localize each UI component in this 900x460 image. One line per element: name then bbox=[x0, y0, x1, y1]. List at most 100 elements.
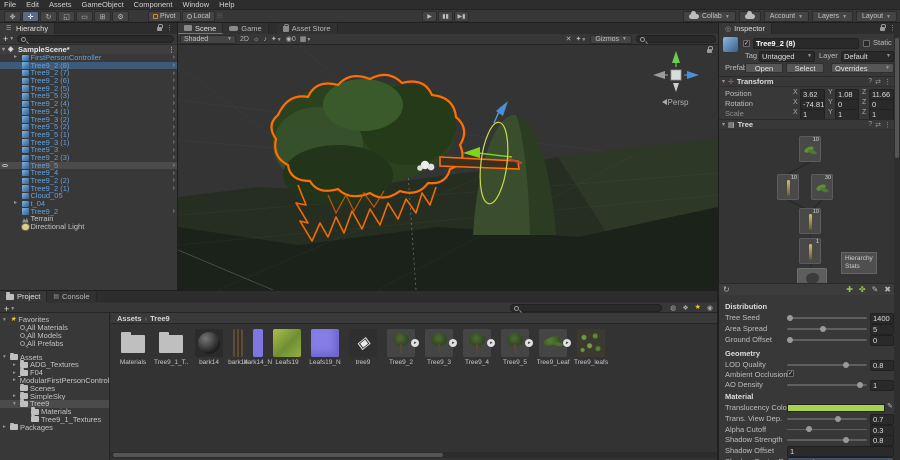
delete-node-icon[interactable]: ✖ bbox=[884, 285, 891, 294]
menu-item[interactable]: Assets bbox=[49, 0, 72, 9]
hierarchy-row[interactable]: Tree9_4 (1) › bbox=[0, 108, 177, 116]
search-by-label-icon[interactable]: ❖ bbox=[682, 304, 688, 312]
pivot-toggle[interactable]: Pivot bbox=[148, 11, 181, 22]
prefab-overrides-dropdown[interactable]: Overrides ▼ bbox=[831, 63, 894, 73]
asset-item[interactable]: ▸ Materials bbox=[117, 329, 149, 366]
expand-arrow-icon[interactable]: ▸ bbox=[13, 362, 18, 368]
favorites-star-icon[interactable]: ★ bbox=[695, 304, 701, 312]
hierarchy-row[interactable]: Tree9_2 (3) › bbox=[0, 154, 177, 162]
hierarchy-row[interactable]: Tree9_2 › bbox=[0, 208, 177, 216]
scene-search-input[interactable] bbox=[636, 35, 716, 43]
transform-tool[interactable]: ⊞ bbox=[94, 11, 111, 22]
rotate-tool[interactable]: ↻ bbox=[40, 11, 57, 22]
tab-hierarchy[interactable]: ☰ Hierarchy bbox=[0, 23, 56, 34]
folder-row[interactable]: All Prefabs bbox=[0, 339, 109, 348]
prefab-open-arrow-icon[interactable]: ▸ bbox=[525, 339, 533, 347]
translucency-color-swatch[interactable] bbox=[787, 404, 885, 412]
tab-game[interactable]: Game bbox=[223, 23, 269, 34]
menu-item[interactable]: Window bbox=[182, 0, 209, 9]
move-tool[interactable]: ✛ bbox=[22, 11, 39, 22]
hierarchy-row[interactable]: Tree9_3 › bbox=[0, 146, 177, 154]
expand-arrow-icon[interactable]: ▸ bbox=[13, 377, 16, 383]
hierarchy-row[interactable]: Tree9_3 (2) › bbox=[0, 115, 177, 124]
hierarchy-row[interactable]: Terrain › bbox=[0, 215, 177, 223]
collab-dropdown[interactable]: Collab ▼ bbox=[682, 11, 736, 22]
asset-item[interactable]: ▸ Tree9_3 bbox=[423, 329, 457, 366]
slider[interactable] bbox=[787, 335, 867, 344]
hierarchy-row[interactable]: Tree9_2 (6) › bbox=[0, 77, 177, 85]
expand-arrow-icon[interactable]: ▸ bbox=[14, 54, 20, 61]
scene-viewport[interactable]: Persp bbox=[178, 45, 718, 290]
slider-knob[interactable] bbox=[843, 436, 850, 443]
layers-dropdown[interactable]: Layers ▼ bbox=[812, 11, 854, 22]
prefab-chevron-icon[interactable]: › bbox=[173, 162, 175, 169]
camera-dropdown-icon[interactable]: ✦▼ bbox=[575, 35, 586, 43]
hierarchy-row[interactable]: Tree9_5 › bbox=[0, 161, 177, 170]
edit-node-icon[interactable]: ✎ bbox=[872, 285, 879, 294]
preset-icon[interactable]: ⇄ bbox=[875, 121, 881, 129]
hierarchy-row[interactable]: Tree9_4 › bbox=[0, 169, 177, 177]
breadcrumb-current[interactable]: Tree9 bbox=[150, 314, 170, 323]
menu-item[interactable]: File bbox=[4, 0, 16, 9]
slider-knob[interactable] bbox=[820, 325, 826, 332]
prefab-chevron-icon[interactable]: › bbox=[173, 147, 175, 154]
audio-toggle-icon[interactable]: ♪ bbox=[263, 36, 267, 43]
asset-item[interactable]: ▸ Tree9_1_T... bbox=[154, 329, 188, 366]
scale-tool[interactable]: ◱ bbox=[58, 11, 75, 22]
step-button[interactable]: ▶▮ bbox=[454, 11, 469, 22]
slider-knob[interactable] bbox=[835, 415, 842, 422]
hierarchy-row[interactable]: Tree9_2 (8) › bbox=[0, 61, 177, 70]
prefab-chevron-icon[interactable]: › bbox=[173, 170, 175, 177]
slider-knob[interactable] bbox=[787, 314, 794, 321]
expand-arrow-icon[interactable]: ▾ bbox=[3, 354, 8, 360]
leaf-node[interactable]: 30 bbox=[811, 174, 833, 200]
fold-icon[interactable]: ▾ bbox=[722, 121, 725, 128]
tab-project[interactable]: Project bbox=[0, 291, 48, 302]
project-search-input[interactable] bbox=[510, 304, 662, 312]
prefab-open-button[interactable]: Open bbox=[745, 63, 783, 73]
prefab-chevron-icon[interactable]: › bbox=[173, 139, 175, 146]
asset-item[interactable]: ▸ Tree9_2 bbox=[385, 329, 419, 366]
breadcrumb-root[interactable]: Assets bbox=[117, 314, 142, 323]
asset-item[interactable]: ▸ Tree9_leafs bbox=[574, 329, 608, 366]
expand-arrow-icon[interactable]: ▸ bbox=[14, 200, 20, 207]
prefab-open-arrow-icon[interactable]: ▸ bbox=[563, 339, 571, 347]
prefab-open-arrow-icon[interactable]: ▸ bbox=[449, 339, 457, 347]
prefab-chevron-icon[interactable]: › bbox=[173, 85, 175, 92]
expand-arrow-icon[interactable]: ▾ bbox=[3, 317, 8, 323]
refresh-icon[interactable]: ↻ bbox=[723, 285, 730, 294]
hierarchy-row[interactable]: Tree9_5 (1) › bbox=[0, 131, 177, 139]
lock-icon[interactable] bbox=[880, 24, 886, 31]
lod-quality-slider[interactable] bbox=[787, 360, 867, 369]
slider[interactable] bbox=[787, 425, 867, 434]
prefab-chevron-icon[interactable]: › bbox=[173, 62, 175, 69]
folder-row[interactable]: ▸ SimpleSky bbox=[0, 391, 109, 401]
folder-row[interactable]: ▸ ADG_Textures bbox=[0, 360, 109, 369]
expand-arrow-icon[interactable]: ▸ bbox=[13, 370, 18, 376]
tab-console[interactable]: ▤ Console bbox=[47, 291, 97, 302]
preset-icon[interactable]: ⇄ bbox=[875, 78, 881, 86]
slider-value-field[interactable]: 5 bbox=[870, 324, 894, 335]
slider-knob[interactable] bbox=[805, 426, 812, 432]
prefab-chevron-icon[interactable]: › bbox=[173, 54, 175, 61]
pause-button[interactable]: ▮▮ bbox=[438, 11, 453, 22]
hierarchy-row[interactable]: Tree9_5 (3) › bbox=[0, 92, 177, 100]
slider[interactable] bbox=[787, 324, 867, 333]
cloud-button[interactable] bbox=[738, 11, 761, 22]
expand-arrow-icon[interactable]: ▸ bbox=[13, 393, 18, 399]
fold-icon[interactable]: ▾ bbox=[722, 78, 725, 85]
lighting-toggle-icon[interactable]: ☼ bbox=[253, 36, 259, 43]
scene-menu-icon[interactable]: ⋮ bbox=[168, 46, 175, 54]
expand-arrow-icon[interactable]: ▾ bbox=[13, 401, 18, 407]
prefab-chevron-icon[interactable]: › bbox=[173, 100, 175, 107]
tree-node-graph[interactable]: 10 10 30 10 1 Hierarchy Stats bbox=[719, 130, 895, 290]
slider[interactable] bbox=[787, 414, 867, 423]
tab-asset-store[interactable]: Asset Store bbox=[276, 23, 338, 34]
add-leaf-icon[interactable]: ✤ bbox=[859, 285, 866, 294]
asset-item[interactable]: ▸ Tree9_4 bbox=[461, 329, 495, 366]
horizontal-scrollbar[interactable] bbox=[111, 452, 717, 458]
eyedropper-icon[interactable]: ✎ bbox=[887, 402, 893, 410]
prefab-chevron-icon[interactable]: › bbox=[173, 185, 175, 192]
slider-value-field[interactable]: 0.8 bbox=[870, 435, 894, 446]
menu-item[interactable]: Help bbox=[219, 0, 234, 9]
